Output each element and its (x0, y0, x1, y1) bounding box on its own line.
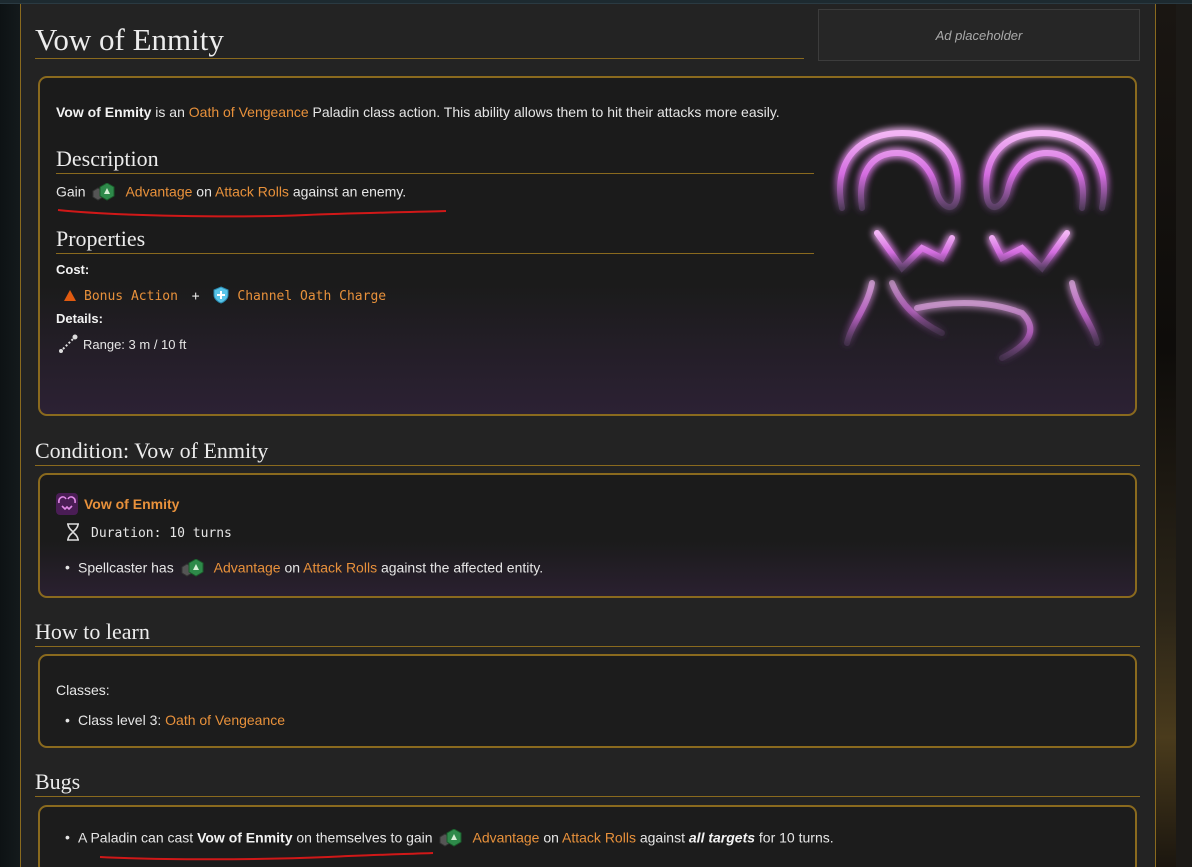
bonus-action-icon (64, 290, 76, 301)
range-icon (59, 334, 78, 353)
advantage-link[interactable]: Advantage (472, 830, 539, 846)
spellcaster-text: Spellcaster has (78, 559, 174, 576)
hourglass-icon (67, 523, 79, 541)
cost-label: Cost: (56, 262, 90, 277)
properties-heading: Properties (56, 226, 814, 254)
oath-of-vengeance-link[interactable]: Oath of Vengeance (165, 712, 285, 728)
range-text: Range: 3 m / 10 ft (83, 337, 187, 352)
all-targets-text: all targets (688, 829, 756, 846)
bugs-heading: Bugs (35, 769, 1140, 797)
on-text: on (539, 829, 563, 846)
attack-rolls-link[interactable]: Attack Rolls (215, 184, 289, 200)
bug-bold: Vow of Enmity (197, 829, 293, 846)
background-left (0, 4, 20, 867)
advantage-link[interactable]: Advantage (125, 184, 192, 200)
condition-title-row: Vow of Enmity (56, 493, 179, 515)
bug-text-4: for 10 turns. (755, 829, 834, 846)
intro-bold: Vow of Enmity (56, 104, 152, 120)
on-text: on (192, 183, 216, 200)
on-text: on (280, 559, 304, 576)
how-to-learn-box: Classes: Class level 3: Oath of Vengeanc… (38, 654, 1137, 748)
bug-text-2: on themselves to gain (292, 829, 433, 846)
advantage-dice-icon (438, 828, 468, 849)
bug-text-3: against (635, 829, 689, 846)
class-level-item: Class level 3: Oath of Vengeance (65, 712, 285, 728)
advantage-dice-icon (180, 558, 210, 579)
details-label: Details: (56, 311, 103, 326)
article-page: Vow of Enmity Ad placeholder Vow of Enmi… (20, 4, 1156, 867)
condition-heading: Condition: Vow of Enmity (35, 438, 1140, 466)
attack-rolls-link[interactable]: Attack Rolls (303, 560, 377, 576)
intro-text-2: Paladin class action. This ability allow… (308, 104, 780, 120)
duration-text: Duration: 10 turns (91, 526, 232, 541)
plus-sign: + (191, 289, 200, 304)
bonus-action-link[interactable]: Bonus Action (84, 289, 178, 304)
description-heading: Description (56, 146, 814, 174)
condition-effect: Spellcaster has Advantage on Attack Roll… (65, 558, 544, 579)
ad-placeholder: Ad placeholder (818, 9, 1140, 61)
advantage-link[interactable]: Advantage (214, 560, 281, 576)
vow-of-enmity-condition-link[interactable]: Vow of Enmity (84, 496, 179, 512)
gain-text: Gain (56, 183, 86, 200)
how-to-learn-heading: How to learn (35, 619, 1140, 647)
intro-text: Vow of Enmity is an Oath of Vengeance Pa… (56, 104, 780, 120)
red-underline-annotation (57, 209, 447, 218)
condition-rest: against the affected entity. (377, 559, 544, 576)
description-rest: against an enemy. (288, 183, 407, 200)
attack-rolls-link[interactable]: Attack Rolls (562, 830, 636, 846)
action-infobox: Vow of Enmity is an Oath of Vengeance Pa… (38, 76, 1137, 416)
classes-label: Classes: (56, 682, 110, 698)
page-title: Vow of Enmity (35, 20, 804, 59)
condition-box: Vow of Enmity Duration: 10 turns Spellca… (38, 473, 1137, 598)
cost-line: Bonus Action + Channel Oath Charge (64, 286, 386, 304)
bugs-box: A Paladin can cast Vow of Enmity on them… (38, 805, 1137, 867)
description-text: Gain Advantage on Attack Rolls against a… (56, 182, 407, 203)
channel-oath-charge-link[interactable]: Channel Oath Charge (237, 289, 386, 304)
oath-of-vengeance-link[interactable]: Oath of Vengeance (189, 104, 309, 120)
range-line: Range: 3 m / 10 ft (58, 334, 186, 354)
class-level-text: Class level 3: (78, 712, 166, 728)
bug-item: A Paladin can cast Vow of Enmity on them… (65, 828, 834, 849)
duration-row: Duration: 10 turns (66, 523, 232, 541)
intro-text-1: is an (151, 104, 189, 120)
bug-text-1: A Paladin can cast (78, 829, 198, 846)
red-underline-annotation (99, 852, 434, 861)
vow-of-enmity-icon (56, 493, 78, 515)
channel-oath-icon (213, 286, 229, 304)
vow-of-enmity-illustration (837, 129, 1107, 361)
advantage-dice-icon (91, 182, 121, 203)
background-right-edge (1176, 4, 1192, 867)
